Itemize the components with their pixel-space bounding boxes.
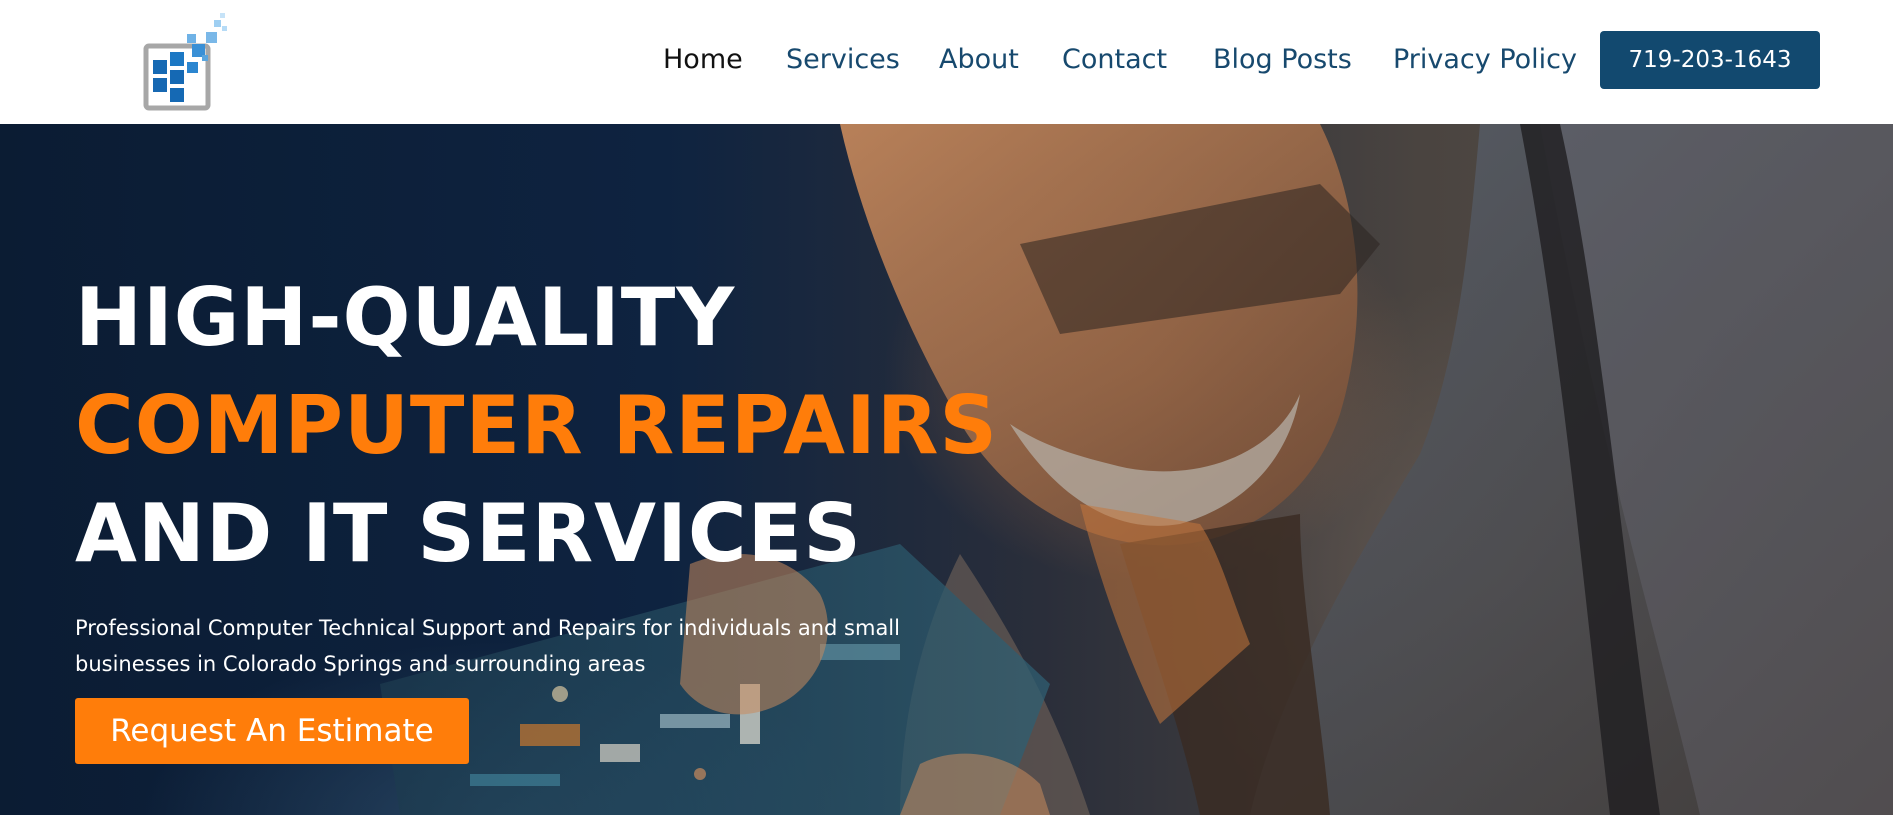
phone-number-button[interactable]: 719-203-1643 <box>1600 31 1820 89</box>
site-header: Home Services About Contact Blog Posts P… <box>0 0 1893 124</box>
hero-subtext: Professional Computer Technical Support … <box>75 616 900 676</box>
nav-home-link[interactable]: Home <box>663 44 743 75</box>
nav-services-link[interactable]: Services <box>786 44 900 75</box>
nav-privacy-policy-link[interactable]: Privacy Policy <box>1393 44 1577 75</box>
hero-headline-line-2: COMPUTER REPAIRS <box>75 379 999 472</box>
nav-contact-link[interactable]: Contact <box>1062 44 1167 75</box>
hero-content: HIGH-QUALITY COMPUTER REPAIRS AND IT SER… <box>75 264 999 764</box>
request-estimate-button[interactable]: Request An Estimate <box>75 698 469 764</box>
nav-blog-posts-link[interactable]: Blog Posts <box>1213 44 1352 75</box>
nav-about-link[interactable]: About <box>939 44 1019 75</box>
hero-headline-line-3: AND IT SERVICES <box>75 487 862 580</box>
hero-section: HIGH-QUALITY COMPUTER REPAIRS AND IT SER… <box>0 124 1893 815</box>
main-navigation: Home Services About Contact Blog Posts P… <box>0 31 1893 89</box>
hero-headline-line-1: HIGH-QUALITY <box>75 271 736 364</box>
